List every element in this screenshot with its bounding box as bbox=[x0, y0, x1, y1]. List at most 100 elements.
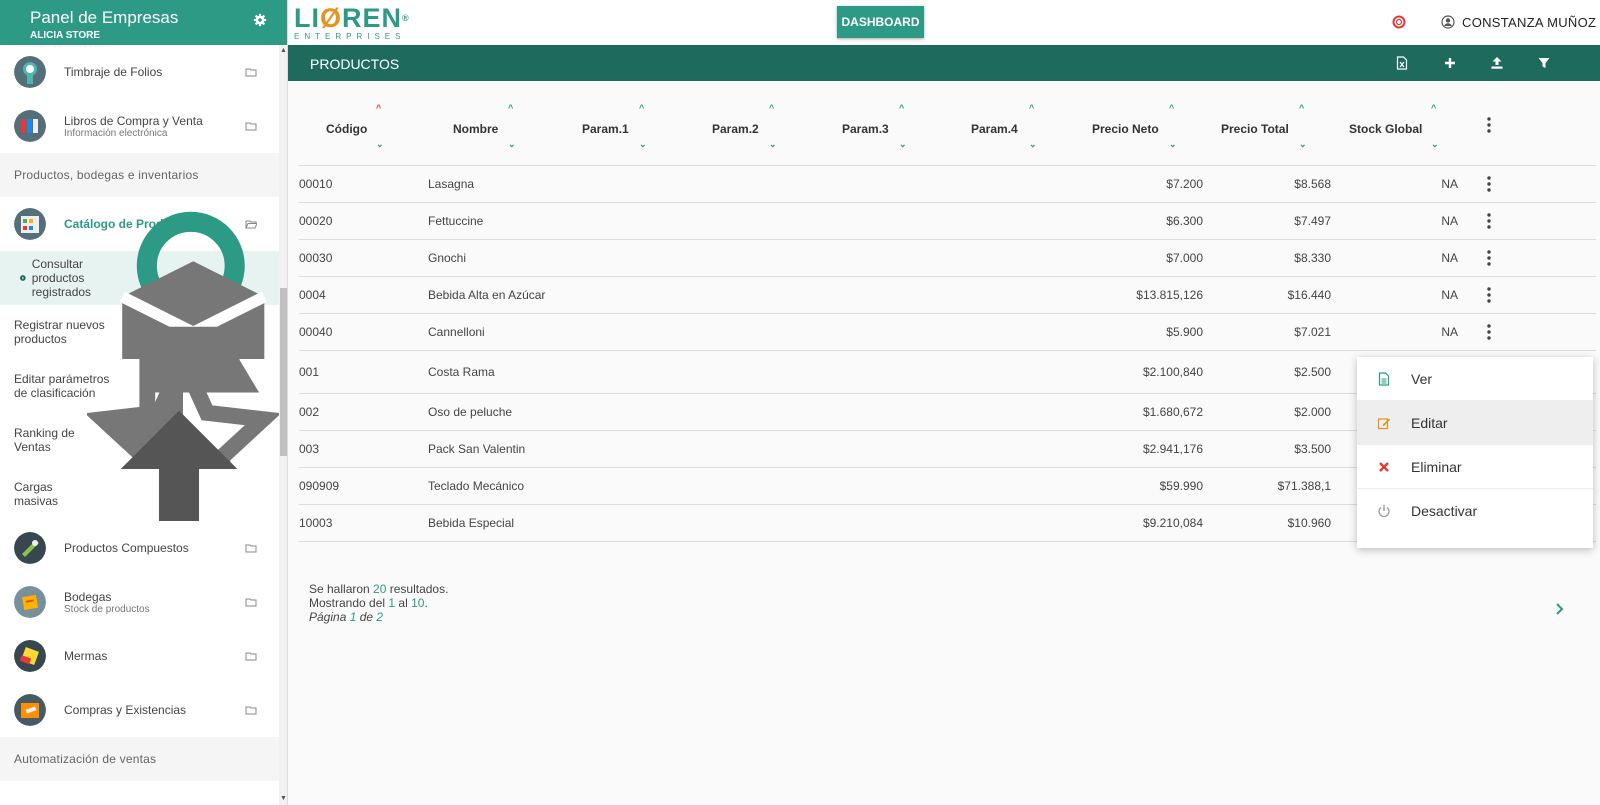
column-header-nombre[interactable]: ^ Nombre ⌄ bbox=[453, 81, 533, 166]
excel-export-icon[interactable] bbox=[1395, 56, 1409, 70]
folder-icon bbox=[245, 122, 257, 131]
row-actions-icon[interactable] bbox=[1487, 176, 1491, 192]
sidebar-item-label: Libros de Compra y Venta Información elec… bbox=[64, 113, 203, 139]
sort-up-icon[interactable]: ^ bbox=[639, 103, 644, 113]
products-titlebar: PRODUCTOS bbox=[288, 45, 1600, 81]
edit-icon bbox=[1377, 418, 1391, 430]
sidebar-item-bodegas[interactable]: Bodegas Stock de productos bbox=[0, 575, 279, 629]
topbar: LIØREN® ENTERPRISES DASHBOARD CONSTANZA … bbox=[288, 0, 1600, 45]
sort-up-icon[interactable]: ^ bbox=[899, 103, 904, 113]
folder-icon bbox=[245, 652, 257, 661]
sort-down-icon[interactable]: ⌄ bbox=[508, 139, 516, 150]
sort-up-icon[interactable]: ^ bbox=[1299, 103, 1304, 113]
sort-up-icon[interactable]: ^ bbox=[1431, 103, 1436, 113]
sort-down-icon[interactable]: ⌄ bbox=[1431, 139, 1439, 150]
sidebar: Panel de Empresas ALICIA STORE Timbraje … bbox=[0, 0, 288, 805]
store-name: ALICIA STORE bbox=[30, 30, 101, 41]
row-actions-icon[interactable] bbox=[1487, 213, 1491, 229]
sort-down-icon[interactable]: ⌄ bbox=[899, 139, 907, 150]
table-row[interactable]: 00040 Cannelloni $5.900 $7.021 NA bbox=[299, 314, 1596, 351]
table-row[interactable]: 00030 Gnochi $7.000 $8.330 NA bbox=[299, 240, 1596, 277]
table-header: ^ Código ⌄ ^ Nombre ⌄ ^ Param.1 ⌄ ^ Para… bbox=[299, 81, 1596, 166]
scroll-down-arrow-icon[interactable]: ▼ bbox=[280, 795, 287, 803]
column-header-precio-neto[interactable]: ^ Precio Neto ⌄ bbox=[1092, 81, 1182, 166]
sidebar-item-label: Bodegas Stock de productos bbox=[64, 589, 150, 615]
sort-down-icon[interactable]: ⌄ bbox=[1299, 139, 1307, 150]
table-row[interactable]: 00020 Fettuccine $6.300 $7.497 NA bbox=[299, 203, 1596, 240]
composite-products-icon bbox=[14, 532, 46, 564]
sort-up-icon[interactable]: ^ bbox=[1029, 103, 1034, 113]
sort-down-icon[interactable]: ⌄ bbox=[639, 139, 647, 150]
column-header-precio-total[interactable]: ^ Precio Total ⌄ bbox=[1221, 81, 1311, 166]
column-header-param1[interactable]: ^ Param.1 ⌄ bbox=[582, 81, 662, 166]
row-actions-icon[interactable] bbox=[1487, 287, 1491, 303]
sidebar-subitem-cargas[interactable]: Cargas masivas bbox=[0, 410, 279, 578]
close-icon bbox=[1379, 462, 1389, 472]
add-icon[interactable] bbox=[1443, 56, 1457, 70]
column-header-param3[interactable]: ^ Param.3 ⌄ bbox=[842, 81, 922, 166]
menu-item-ver[interactable]: Ver bbox=[1357, 357, 1593, 401]
warehouse-icon bbox=[14, 586, 46, 618]
folder-icon bbox=[245, 598, 257, 607]
sort-up-icon[interactable]: ^ bbox=[769, 103, 774, 113]
sidebar-item-libros[interactable]: Libros de Compra y Venta Información elec… bbox=[0, 99, 279, 153]
certificate-icon bbox=[14, 56, 46, 88]
sidebar-item-label: Productos Compuestos bbox=[64, 541, 189, 555]
table-row[interactable]: 0004 Bebida Alta en Azúcar $13.815,126 $… bbox=[299, 277, 1596, 314]
document-icon bbox=[1378, 372, 1390, 386]
menu-item-eliminar[interactable]: Eliminar bbox=[1357, 445, 1593, 489]
sidebar-subitem-label: Registrar nuevos productos bbox=[14, 318, 105, 346]
row-actions-icon[interactable] bbox=[1487, 324, 1491, 340]
sidebar-item-compuestos[interactable]: Productos Compuestos bbox=[0, 521, 279, 575]
sort-down-icon[interactable]: ⌄ bbox=[769, 139, 777, 150]
sidebar-scrollbar[interactable]: ▲ ▼ bbox=[279, 45, 287, 805]
lioren-logo[interactable]: LIØREN® ENTERPRISES bbox=[294, 5, 410, 42]
dashboard-button[interactable]: DASHBOARD bbox=[837, 6, 924, 38]
page-title: PRODUCTOS bbox=[310, 56, 400, 72]
row-context-menu: Ver Editar Eliminar Desactivar bbox=[1357, 357, 1593, 548]
folder-icon bbox=[245, 68, 257, 77]
chevron-circle-right-icon bbox=[20, 275, 26, 281]
sort-down-icon[interactable]: ⌄ bbox=[1169, 139, 1177, 150]
more-vertical-icon[interactable] bbox=[1487, 117, 1491, 133]
sidebar-item-compras[interactable]: Compras y Existencias bbox=[0, 683, 279, 737]
sidebar-item-sublabel: Stock de productos bbox=[64, 603, 150, 615]
sidebar-item-label: Mermas bbox=[64, 649, 108, 663]
sort-down-icon[interactable]: ⌄ bbox=[1029, 139, 1037, 150]
next-page-icon[interactable] bbox=[1555, 602, 1565, 616]
gear-icon[interactable] bbox=[253, 13, 267, 27]
pagination-info: Se hallaron 20 resultados. Mostrando del… bbox=[309, 582, 449, 624]
folder-icon bbox=[245, 706, 257, 715]
sidebar-item-label: Timbraje de Folios bbox=[64, 65, 163, 79]
scroll-up-arrow-icon[interactable]: ▲ bbox=[280, 47, 287, 55]
user-name[interactable]: CONSTANZA MUÑOZ bbox=[1462, 15, 1596, 30]
sidebar-subitem-label: Cargas masivas bbox=[14, 480, 59, 508]
sidebar-item-mermas[interactable]: Mermas bbox=[0, 629, 279, 683]
sidebar-section-productos: Productos, bodegas e inventarios bbox=[0, 153, 279, 197]
column-header-stock-global[interactable]: ^ Stock Global ⌄ bbox=[1349, 81, 1449, 166]
lifebuoy-icon[interactable] bbox=[1392, 15, 1406, 29]
column-header-param2[interactable]: ^ Param.2 ⌄ bbox=[712, 81, 792, 166]
sidebar-item-label: Compras y Existencias bbox=[64, 703, 187, 717]
column-header-codigo[interactable]: ^ Código ⌄ bbox=[326, 81, 386, 166]
catalog-icon bbox=[14, 208, 46, 240]
upload-icon[interactable] bbox=[1490, 56, 1504, 70]
sort-up-icon[interactable]: ^ bbox=[376, 103, 381, 113]
sidebar-item-sublabel: Información electrónica bbox=[64, 127, 168, 139]
sidebar-item-timbraje[interactable]: Timbraje de Folios bbox=[0, 45, 279, 99]
sort-up-icon[interactable]: ^ bbox=[1169, 103, 1174, 113]
table-row[interactable]: 00010 Lasagna $7.200 $8.568 NA bbox=[299, 166, 1596, 203]
row-actions-icon[interactable] bbox=[1487, 250, 1491, 266]
sort-down-icon[interactable]: ⌄ bbox=[376, 139, 384, 150]
sort-up-icon[interactable]: ^ bbox=[508, 103, 513, 113]
menu-item-desactivar[interactable]: Desactivar bbox=[1357, 489, 1593, 533]
panel-title: Panel de Empresas bbox=[30, 8, 179, 27]
column-header-param4[interactable]: ^ Param.4 ⌄ bbox=[971, 81, 1051, 166]
menu-item-editar[interactable]: Editar bbox=[1357, 401, 1593, 445]
folder-icon bbox=[245, 544, 257, 553]
mermas-icon bbox=[14, 640, 46, 672]
sidebar-subitem-label: Ranking de Ventas bbox=[14, 426, 75, 454]
filter-icon[interactable] bbox=[1537, 56, 1551, 70]
user-avatar-icon[interactable] bbox=[1441, 15, 1455, 29]
scrollbar-thumb[interactable] bbox=[280, 288, 287, 456]
